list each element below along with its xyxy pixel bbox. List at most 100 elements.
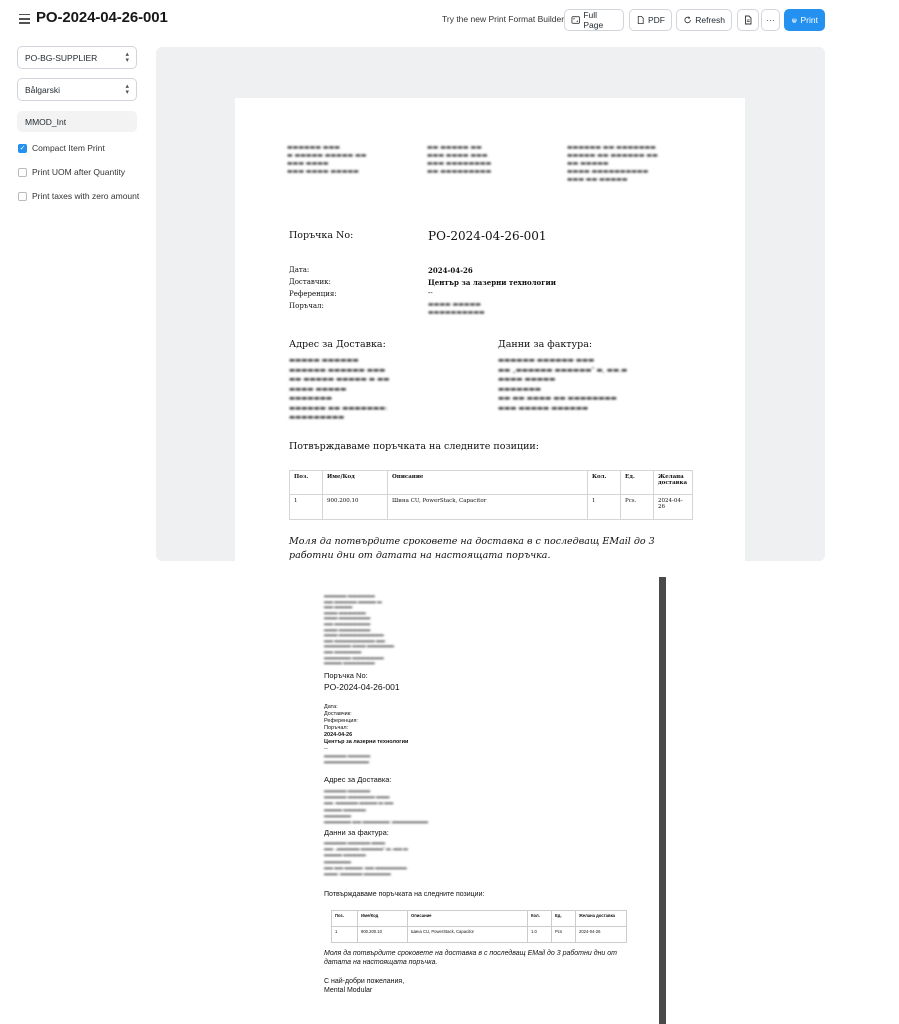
toolbar: PO-2024-04-26-001 Try the new Print Form… [0,0,899,40]
table-header-row: Поз. Име/Код Описание Кол. Ед. Желана до… [289,470,693,495]
pdf-cell-qty: 1.0 [527,926,552,943]
print-label: Print [800,15,818,25]
pdf-label: PDF [648,15,665,25]
full-page-button[interactable]: Full Page [564,9,624,31]
pdf-table-header-row: Поз. Име/Код Описание Кол. Ед. Желана до… [331,910,627,927]
pdf-delivery-block: ▬▬▬▬▬ ▬▬▬▬▬ ▬▬▬▬▬ ▬▬▬▬▬▬ ▬▬▬ ▬▬. ▬▬▬▬▬ ▬▬▬… [324,788,429,825]
print-format-builder-link[interactable]: Try the new Print Format Builder [442,14,564,24]
document-icon [745,15,752,25]
cell-description: Шина CU, PowerStack, Capacitor [387,494,588,520]
supplier-value: Център за лазерни технологии [428,278,556,287]
page-title: PO-2024-04-26-001 [36,9,168,26]
checkbox-checked-icon: ✓ [18,143,27,153]
print-preview[interactable]: ▬▬▬▬▬▬ ▬▬▬ ▬ ▬▬▬▬▬ ▬▬▬▬▬ ▬▬ ▬▬▬ ▬▬▬▬ ▬▬▬ ▬▬… [156,47,825,561]
pdf-date-label: Дата: [324,704,338,710]
language-value: Bålgarski [25,84,60,95]
col-header-uom: Ед. [620,470,654,495]
print-format-value: PO-BG-SUPPLIER [25,52,98,63]
order-no-label: Поръчка No: [289,230,354,241]
print-button[interactable]: Print [784,9,825,31]
col-header-qty: Кол. [587,470,621,495]
expand-icon [571,16,580,24]
letterhead-column-3: ▬▬▬▬▬▬ ▬▬ ▬▬▬▬▬▬▬ ▬▬▬▬▬ ▬▬ ▬▬▬▬▬▬ ▬▬ ▬▬ ▬▬… [567,144,658,183]
chevron-updown-icon: ▴ ▾ [125,82,129,96]
pdf-billing-block: ▬▬▬▬▬ ▬▬▬▬▬ ▬▬▬ ▬▬. „▬▬▬▬▬ ▬▬▬▬▬" ▬, ▬▬.▬… [324,840,408,877]
file-icon [637,15,644,25]
pdf-regards: С най-добри пожелания, [324,978,405,985]
refresh-label: Refresh [695,15,725,25]
pdf-company-name: Mental Modular [324,987,373,994]
more-button[interactable]: ··· [761,9,780,31]
col-header-pos: Поз. [289,470,323,495]
pdf-billing-heading: Данни за фактура: [324,828,389,837]
refresh-button[interactable]: Refresh [676,9,732,31]
pdf-button[interactable]: PDF [629,9,672,31]
full-page-label: Full Page [583,10,604,30]
cell-qty: 1 [587,494,621,520]
pdf-scrollbar[interactable] [659,577,666,1024]
pdf-items-table: Поз. Име/Код Описание Кол. Ед. Желана до… [331,910,627,943]
cell-delivery: 2024-04-26 [653,494,693,520]
ordered-by-value: ▬▬▬▬ ▬▬▬▬▬ ▬▬▬▬▬▬▬▬▬▬ [428,301,485,316]
print-zero-taxes-checkbox[interactable]: Print taxes with zero amount [18,191,139,201]
pdf-col-header-description: Описание [407,910,528,927]
checkbox-label: Print UOM after Quantity [32,167,126,177]
table-row: 1 900.200.10 Шина CU, PowerStack, Capaci… [289,494,693,520]
delivery-address-heading: Адрес за Доставка: [289,339,386,350]
delivery-address-block: ▬▬▬▬▬ ▬▬▬▬▬▬ ▬▬▬▬▬▬ ▬▬▬▬▬▬ ▬▬▬ ▬▬ ▬▬▬▬▬ ▬▬… [289,356,390,421]
billing-block: ▬▬▬▬▬▬ ▬▬▬▬▬▬ ▬▬▬ ▬▬ „▬▬▬▬▬▬ ▬▬▬▬▬▬" ▬, ▬… [498,356,628,412]
confirm-text: Потвърждаваме поръчката на следните пози… [289,441,539,452]
items-table: Поз. Име/Код Описание Кол. Ед. Желана до… [289,470,693,520]
pdf-col-header-code: Име/Код [357,910,408,927]
cell-uom: Pcs. [620,494,654,520]
pdf-letterhead-block: ▬▬▬▬▬ ▬▬▬▬▬▬ ▬▬ ▬▬▬▬▬ ▬▬▬▬ ▬ ▬▬ ▬▬▬▬ ▬▬▬ ▬▬… [324,593,395,666]
print-uom-checkbox[interactable]: Print UOM after Quantity [18,167,125,177]
pdf-order-no-value: PO-2024-04-26-001 [324,682,400,692]
pdf-date-value: 2024-04-26 [324,732,353,738]
checkbox-icon [18,167,27,177]
pdf-cell-description: Шина CU, PowerStack, Capacitor [407,926,528,943]
pdf-page: ▬▬▬▬▬ ▬▬▬▬▬▬ ▬▬ ▬▬▬▬▬ ▬▬▬▬ ▬ ▬▬ ▬▬▬▬ ▬▬▬ ▬▬… [300,577,658,1024]
pdf-cell-code: 900.200.10 [357,926,408,943]
pdf-reference-label: Референция: [324,718,358,724]
menu-icon[interactable] [19,14,30,24]
pdf-footer-note: Моля да потвърдите сроковете на доставка… [324,950,617,966]
pdf-cell-uom: Pcs [551,926,576,943]
date-label: Дата: [289,266,310,274]
pdf-confirm-text: Потвърждаваме поръчката на следните пози… [324,891,485,898]
letterhead-column-2: ▬▬ ▬▬▬▬▬ ▬▬ ▬▬▬ ▬▬▬▬ ▬▬▬ ▬▬▬ ▬▬▬▬▬▬▬▬ ▬▬ ▬▬… [427,144,492,175]
more-icon: ··· [766,15,775,25]
ordered-by-label: Поръчал: [289,302,324,310]
pdf-cell-delivery: 2024-04-26 [575,926,627,943]
order-no-value: PO-2024-04-26-001 [428,229,547,243]
print-format-select[interactable]: PO-BG-SUPPLIER ▴ ▾ [17,46,137,69]
chevron-updown-icon: ▴ ▾ [125,50,129,64]
letterhead-column-1: ▬▬▬▬▬▬ ▬▬▬ ▬ ▬▬▬▬▬ ▬▬▬▬▬ ▬▬ ▬▬▬ ▬▬▬▬ ▬▬▬ ▬▬… [287,144,367,175]
checkbox-icon [18,191,27,201]
pdf-order-no-label: Поръчка No: [324,671,368,680]
reference-value: -- [428,289,433,297]
table-row: 1 900.200.10 Шина CU, PowerStack, Capaci… [331,926,627,943]
cell-pos: 1 [289,494,323,520]
billing-heading: Данни за фактура: [498,339,593,350]
col-header-description: Описание [387,470,588,495]
refresh-icon [684,16,691,24]
pdf-col-header-delivery: Желана доставка [575,910,627,927]
checkbox-label: Compact Item Print [32,143,105,153]
compact-item-print-checkbox[interactable]: ✓ Compact Item Print [18,143,105,153]
document-button[interactable] [737,9,759,31]
printer-icon [792,18,797,23]
date-value: 2024-04-26 [428,266,473,275]
pdf-ordered-by-value: ▬▬▬▬▬ ▬▬▬▬▬ ▬▬▬▬▬▬▬▬▬▬ [324,753,371,764]
supplier-label: Доставчик: [289,278,331,286]
pdf-cell-pos: 1 [331,926,358,943]
checkbox-label: Print taxes with zero amount [32,191,140,201]
letterhead-field[interactable]: MMOD_Int [17,111,137,132]
letterhead-value: MMOD_Int [25,116,67,127]
pdf-ordered-by-label: Поръчал: [324,725,349,731]
pdf-col-header-uom: Ед. [551,910,576,927]
col-header-code: Име/Код [322,470,388,495]
language-select[interactable]: Bålgarski ▴ ▾ [17,78,137,101]
pdf-reference-value: -- [324,746,328,752]
pdf-col-header-pos: Поз. [331,910,358,927]
